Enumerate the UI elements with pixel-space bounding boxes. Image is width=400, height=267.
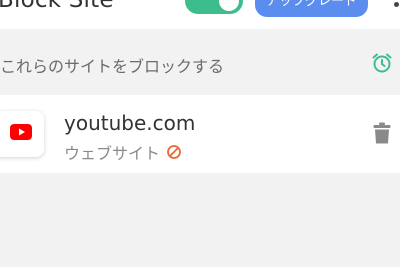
youtube-logo-icon: [0, 111, 44, 157]
trash-icon[interactable]: [373, 122, 391, 144]
top-bar: Block Site アップグレード: [0, 0, 400, 29]
app-title: Block Site: [0, 0, 114, 13]
alarm-clock-icon[interactable]: [370, 51, 394, 75]
blocklist-section-header: これらのサイトをブロックする: [0, 29, 400, 95]
section-title: これらのサイトをブロックする: [0, 57, 225, 76]
upgrade-button[interactable]: アップグレード: [255, 0, 368, 17]
blocked-site-row[interactable]: youtube.com ウェブサイト: [0, 95, 400, 173]
more-menu-icon[interactable]: [394, 2, 399, 7]
block-toggle[interactable]: [185, 0, 243, 14]
toggle-knob: [219, 0, 239, 11]
site-domain: youtube.com: [64, 111, 196, 135]
site-type-row: ウェブサイト: [64, 140, 182, 164]
site-type-label: ウェブサイト: [64, 144, 161, 163]
blocked-icon: [167, 145, 181, 159]
